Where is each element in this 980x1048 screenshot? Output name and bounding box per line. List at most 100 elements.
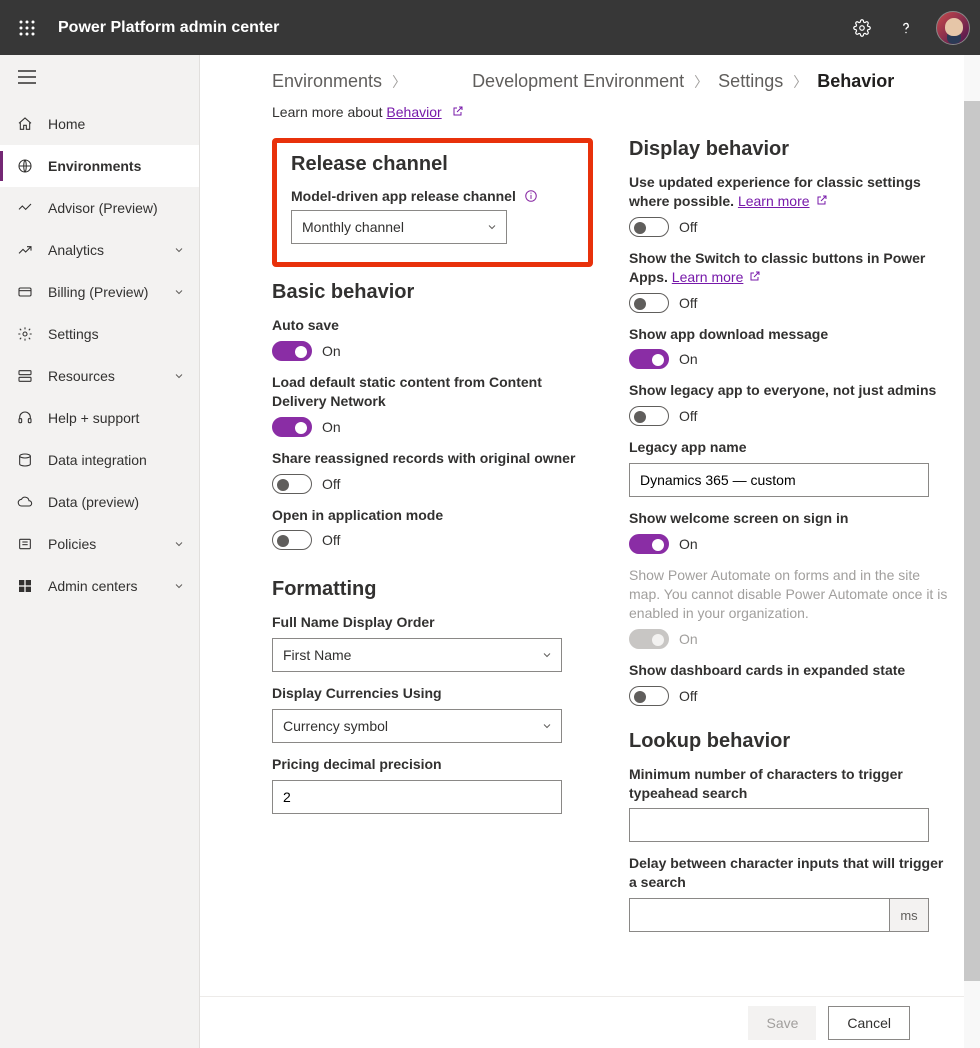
auto-save-label: Auto save (272, 316, 593, 335)
toggle-state: On (322, 343, 341, 359)
chevron-right-icon: 〉 (694, 72, 708, 92)
user-avatar[interactable] (936, 11, 970, 45)
toggle-state: On (322, 419, 341, 435)
advisor-icon (16, 199, 34, 217)
sidebar-item-label: Data integration (48, 452, 147, 468)
sidebar-item-settings[interactable]: Settings (0, 313, 199, 355)
legacy-app-name-input[interactable] (629, 463, 929, 497)
scrollbar-thumb[interactable] (964, 101, 980, 981)
breadcrumb-settings[interactable]: Settings (718, 71, 783, 92)
external-link-icon (749, 270, 761, 282)
legacy-app-name-field[interactable] (640, 464, 898, 496)
toggle-state: Off (679, 688, 697, 704)
help-icon[interactable] (884, 6, 928, 50)
download-msg-toggle[interactable] (629, 349, 669, 369)
sidebar-item-label: Settings (48, 326, 99, 342)
sidebar-item-label: Help + support (48, 410, 139, 426)
settings-icon[interactable] (840, 6, 884, 50)
sidebar-item-home[interactable]: Home (0, 103, 199, 145)
sidebar-item-resources[interactable]: Resources (0, 355, 199, 397)
delay-field[interactable] (640, 899, 882, 931)
toggle-state: On (679, 536, 698, 552)
formatting-heading: Formatting (272, 578, 593, 601)
save-button: Save (748, 1006, 816, 1040)
cdn-label: Load default static content from Content… (272, 373, 593, 411)
app-mode-label: Open in application mode (272, 506, 593, 525)
name-order-select[interactable]: First Name (272, 638, 562, 672)
currency-select[interactable]: Currency symbol (272, 709, 562, 743)
sidebar-item-label: Environments (48, 158, 141, 174)
power-automate-toggle (629, 629, 669, 649)
updated-experience-text: Use updated experience for classic setti… (629, 173, 950, 211)
app-header: Power Platform admin center (0, 0, 980, 55)
share-reassigned-label: Share reassigned records with original o… (272, 449, 593, 468)
nav-toggle-icon[interactable] (0, 55, 199, 99)
breadcrumb-current: Behavior (817, 71, 894, 92)
learn-more-link[interactable]: Learn more (738, 193, 810, 209)
precision-label: Pricing decimal precision (272, 755, 593, 774)
release-channel-heading: Release channel (291, 153, 574, 176)
external-link-icon (452, 105, 464, 117)
chevron-down-icon (541, 649, 553, 661)
select-value: First Name (283, 647, 351, 663)
cdn-toggle[interactable] (272, 417, 312, 437)
sidebar-item-help[interactable]: Help + support (0, 397, 199, 439)
sidebar-item-billing[interactable]: Billing (Preview) (0, 271, 199, 313)
app-mode-toggle[interactable] (272, 530, 312, 550)
sidebar-item-policies[interactable]: Policies (0, 523, 199, 565)
release-channel-highlight: Release channel Model-driven app release… (272, 138, 593, 267)
learn-more-link[interactable]: Learn more (672, 269, 744, 285)
content-area: Environments 〉 Development Environment 〉… (200, 55, 980, 1048)
breadcrumb-environments[interactable]: Environments (272, 71, 382, 92)
delay-input[interactable] (629, 898, 929, 932)
dashboard-expanded-toggle[interactable] (629, 686, 669, 706)
basic-behavior-heading: Basic behavior (272, 281, 593, 304)
switch-classic-text: Show the Switch to classic buttons in Po… (629, 249, 950, 287)
sidebar-item-environments[interactable]: Environments (0, 145, 199, 187)
name-order-label: Full Name Display Order (272, 613, 593, 632)
chevron-down-icon (486, 221, 498, 233)
welcome-screen-label: Show welcome screen on sign in (629, 509, 950, 528)
scrollbar[interactable] (964, 55, 980, 1048)
app-title: Power Platform admin center (58, 19, 279, 37)
info-icon[interactable] (524, 189, 538, 203)
sidebar-item-data-integration[interactable]: Data integration (0, 439, 199, 481)
select-value: Currency symbol (283, 718, 388, 734)
cancel-button[interactable]: Cancel (828, 1006, 910, 1040)
chevron-down-icon (173, 538, 185, 550)
updated-experience-toggle[interactable] (629, 217, 669, 237)
home-icon (16, 115, 34, 133)
download-msg-label: Show app download message (629, 325, 950, 344)
switch-classic-toggle[interactable] (629, 293, 669, 313)
release-channel-select[interactable]: Monthly channel (291, 210, 507, 244)
sidebar-item-admin-centers[interactable]: Admin centers (0, 565, 199, 607)
auto-save-toggle[interactable] (272, 341, 312, 361)
legacy-everyone-toggle[interactable] (629, 406, 669, 426)
sidebar-item-label: Policies (48, 536, 96, 552)
gear-icon (16, 325, 34, 343)
app-launcher-icon[interactable] (10, 11, 44, 45)
sidebar-item-analytics[interactable]: Analytics (0, 229, 199, 271)
sidebar-item-data-preview[interactable]: Data (preview) (0, 481, 199, 523)
release-channel-label: Model-driven app release channel (291, 188, 574, 204)
cloud-icon (16, 493, 34, 511)
sidebar-item-label: Billing (Preview) (48, 284, 148, 300)
breadcrumb-development-environment[interactable]: Development Environment (472, 71, 684, 92)
min-chars-input[interactable] (629, 808, 929, 842)
footer-bar: Save Cancel (200, 996, 964, 1048)
learn-more-behavior-link[interactable]: Behavior (386, 104, 441, 120)
min-chars-field[interactable] (640, 809, 898, 841)
policies-icon (16, 535, 34, 553)
headset-icon (16, 409, 34, 427)
precision-input-field[interactable] (283, 781, 531, 813)
legacy-everyone-label: Show legacy app to everyone, not just ad… (629, 381, 950, 400)
welcome-screen-toggle[interactable] (629, 534, 669, 554)
sidebar-item-label: Advisor (Preview) (48, 200, 158, 216)
toggle-state: Off (322, 476, 340, 492)
precision-input[interactable] (272, 780, 562, 814)
sidebar-item-label: Home (48, 116, 85, 132)
sidebar-item-advisor[interactable]: Advisor (Preview) (0, 187, 199, 229)
billing-icon (16, 283, 34, 301)
share-reassigned-toggle[interactable] (272, 474, 312, 494)
lookup-behavior-heading: Lookup behavior (629, 730, 950, 753)
